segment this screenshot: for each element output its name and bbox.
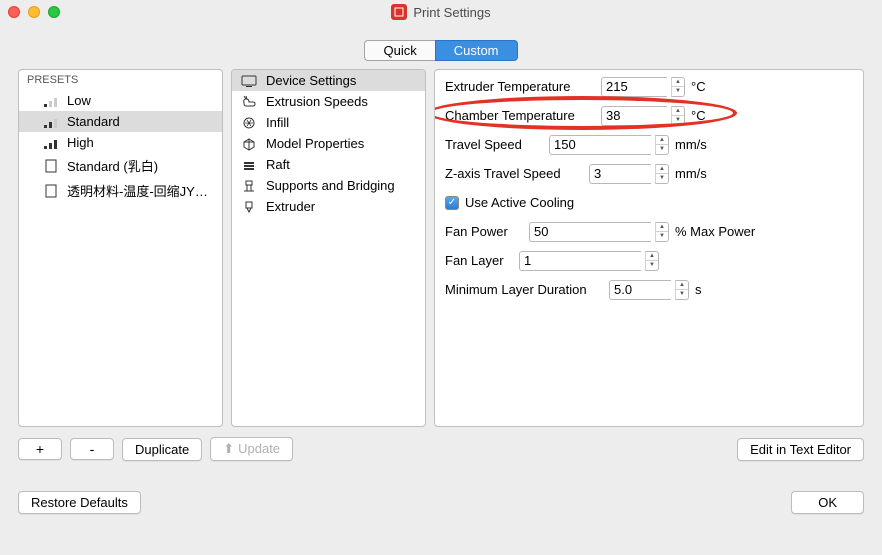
close-icon[interactable] [8,6,20,18]
tab-quick[interactable]: Quick [364,40,434,61]
min-layer-duration-input[interactable] [609,280,671,300]
field-label: Minimum Layer Duration [445,282,605,297]
zoom-icon[interactable] [48,6,60,18]
category-extrusion-speeds[interactable]: Extrusion Speeds [232,91,425,112]
upload-icon: ⬆ [223,441,234,456]
minimize-icon[interactable] [28,6,40,18]
category-extruder[interactable]: Extruder [232,196,425,217]
unit-label: s [695,282,702,297]
restore-defaults-button[interactable]: Restore Defaults [18,491,141,514]
settings-panel: Extruder Temperature ▲▼ °C Chamber Tempe… [434,69,864,427]
preset-label: Standard (乳白) [67,156,158,175]
infill-icon [240,116,258,130]
field-label: Extruder Temperature [445,79,597,94]
duplicate-button[interactable]: Duplicate [122,438,202,461]
checkbox-label: Use Active Cooling [465,195,574,210]
fan-layer-input[interactable] [519,251,641,271]
unit-label: °C [691,108,706,123]
preset-item-custom1[interactable]: Standard (乳白) [19,153,222,178]
preset-label: Standard [67,114,120,129]
extruder-icon [240,200,258,214]
category-label: Raft [266,157,290,172]
field-chamber-temperature: Chamber Temperature ▲▼ °C [435,101,863,130]
add-preset-button[interactable]: + [18,438,62,460]
preset-item-custom2[interactable]: 透明材料-温度-回缩JY… [19,178,222,203]
category-label: Extrusion Speeds [266,94,368,109]
field-label: Fan Power [445,224,525,239]
field-fan-power: Fan Power ▲▼ % Max Power [435,217,863,246]
tab-custom[interactable]: Custom [435,40,518,61]
unit-label: % Max Power [675,224,755,239]
field-z-travel-speed: Z-axis Travel Speed ▲▼ mm/s [435,159,863,188]
fan-power-input[interactable] [529,222,651,242]
field-label: Fan Layer [445,253,515,268]
stepper[interactable]: ▲▼ [655,222,669,242]
extruder-temperature-input[interactable] [601,77,667,97]
device-icon [240,74,258,88]
preset-item-low[interactable]: Low [19,90,222,111]
preset-item-standard[interactable]: Standard [19,111,222,132]
app-icon [391,4,407,20]
category-infill[interactable]: Infill [232,112,425,133]
document-icon [43,184,59,198]
presets-header: PRESETS [19,70,222,90]
stepper[interactable]: ▲▼ [671,106,685,126]
category-label: Extruder [266,199,315,214]
mode-tabs: Quick Custom [0,40,882,61]
z-travel-speed-input[interactable] [589,164,651,184]
field-active-cooling[interactable]: ✓ Use Active Cooling [435,188,863,217]
field-label: Z-axis Travel Speed [445,166,585,181]
ok-button[interactable]: OK [791,491,864,514]
unit-label: mm/s [675,137,707,152]
stepper[interactable]: ▲▼ [645,251,659,271]
field-label: Travel Speed [445,137,545,152]
unit-label: °C [691,79,706,94]
presets-panel: PRESETS Low Standard High Standard (乳白) … [18,69,223,427]
cube-icon [240,137,258,151]
category-model-properties[interactable]: Model Properties [232,133,425,154]
raft-icon [240,158,258,172]
remove-preset-button[interactable]: - [70,438,114,460]
category-label: Model Properties [266,136,364,151]
stepper[interactable]: ▲▼ [655,135,669,155]
field-min-layer-duration: Minimum Layer Duration ▲▼ s [435,275,863,304]
preset-label: Low [67,93,91,108]
category-label: Infill [266,115,289,130]
update-button[interactable]: ⬆ Update [210,437,293,461]
quality-high-icon [43,137,59,149]
category-supports[interactable]: Supports and Bridging [232,175,425,196]
preset-item-high[interactable]: High [19,132,222,153]
update-label: Update [238,441,280,456]
field-fan-layer: Fan Layer ▲▼ [435,246,863,275]
stepper[interactable]: ▲▼ [655,164,669,184]
quality-low-icon [43,95,59,107]
category-label: Supports and Bridging [266,178,395,193]
category-label: Device Settings [266,73,356,88]
rabbit-icon [240,95,258,109]
field-travel-speed: Travel Speed ▲▼ mm/s [435,130,863,159]
stepper[interactable]: ▲▼ [671,77,685,97]
window-title: Print Settings [413,5,490,20]
categories-panel: Device Settings Extrusion Speeds Infill … [231,69,426,427]
preset-label: High [67,135,94,150]
titlebar: Print Settings [0,0,882,24]
travel-speed-input[interactable] [549,135,651,155]
checkbox-checked-icon[interactable]: ✓ [445,196,459,210]
stepper[interactable]: ▲▼ [675,280,689,300]
supports-icon [240,179,258,193]
unit-label: mm/s [675,166,707,181]
field-label: Chamber Temperature [445,108,597,123]
edit-text-editor-button[interactable]: Edit in Text Editor [737,438,864,461]
category-device-settings[interactable]: Device Settings [232,70,425,91]
document-icon [43,159,59,173]
window-controls [8,6,60,18]
field-extruder-temperature: Extruder Temperature ▲▼ °C [435,72,863,101]
quality-standard-icon [43,116,59,128]
preset-label: 透明材料-温度-回缩JY… [67,181,208,200]
chamber-temperature-input[interactable] [601,106,667,126]
category-raft[interactable]: Raft [232,154,425,175]
